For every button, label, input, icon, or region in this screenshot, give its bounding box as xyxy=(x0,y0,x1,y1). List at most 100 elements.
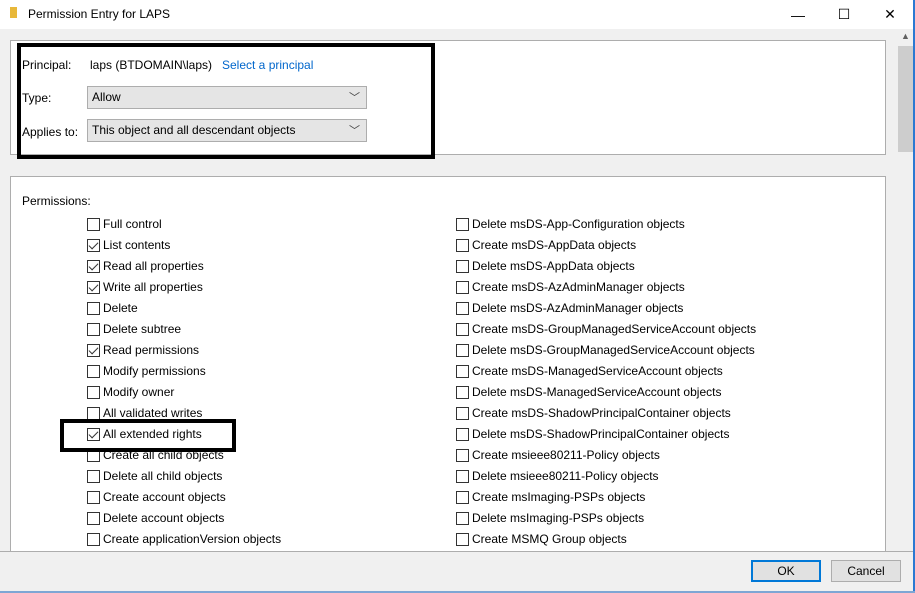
permission-row[interactable]: Create all child objects xyxy=(87,447,224,463)
type-select[interactable]: Allow ﹀ xyxy=(87,86,367,109)
permission-row[interactable]: Create msieee80211-Policy objects xyxy=(456,447,660,463)
permission-label: Delete account objects xyxy=(103,511,225,525)
permission-checkbox[interactable] xyxy=(87,532,100,546)
permission-row[interactable]: Write all properties xyxy=(87,279,203,295)
permission-checkbox[interactable] xyxy=(456,406,469,420)
permission-row[interactable]: Create msDS-AppData objects xyxy=(456,237,636,253)
permission-checkbox[interactable] xyxy=(456,385,469,399)
permission-row[interactable]: Full control xyxy=(87,216,162,232)
permission-label: Write all properties xyxy=(103,280,203,294)
permission-checkbox[interactable] xyxy=(456,490,469,504)
permission-label: Read all properties xyxy=(103,259,204,273)
permission-row[interactable]: Read all properties xyxy=(87,258,204,274)
permission-row[interactable]: Create msDS-AzAdminManager objects xyxy=(456,279,685,295)
ok-button[interactable]: OK xyxy=(751,560,821,582)
maximize-button[interactable]: ☐ xyxy=(821,0,867,29)
permission-checkbox[interactable] xyxy=(456,238,469,252)
permission-row[interactable]: Delete xyxy=(87,300,138,316)
permission-checkbox[interactable] xyxy=(87,469,100,483)
permission-label: Create applicationVersion objects xyxy=(103,532,282,546)
permission-checkbox[interactable] xyxy=(87,385,100,399)
permission-checkbox[interactable] xyxy=(87,364,100,378)
permission-checkbox[interactable] xyxy=(87,511,100,525)
permission-checkbox[interactable] xyxy=(456,301,469,315)
permission-checkbox[interactable] xyxy=(456,448,469,462)
permission-checkbox[interactable] xyxy=(87,322,100,336)
permission-label: Create MSMQ Group objects xyxy=(472,532,627,546)
permission-label: Full control xyxy=(103,217,162,231)
permission-checkbox[interactable] xyxy=(87,301,100,315)
permission-checkbox[interactable] xyxy=(456,427,469,441)
permission-row[interactable]: Delete msDS-GroupManagedServiceAccount o… xyxy=(456,342,755,358)
permission-label: Create msDS-GroupManagedServiceAccount o… xyxy=(472,322,757,336)
close-button[interactable]: ✕ xyxy=(867,0,913,29)
principal-value: laps (BTDOMAIN\laps) xyxy=(90,58,213,72)
permission-row[interactable]: Create msDS-ShadowPrincipalContainer obj… xyxy=(456,405,731,421)
permission-row[interactable]: Delete msImaging-PSPs objects xyxy=(456,510,644,526)
permission-checkbox[interactable] xyxy=(87,238,100,252)
applies-to-select[interactable]: This object and all descendant objects ﹀ xyxy=(87,119,367,142)
permission-row[interactable]: Create msDS-GroupManagedServiceAccount o… xyxy=(456,321,756,337)
permission-checkbox[interactable] xyxy=(456,280,469,294)
window-title: Permission Entry for LAPS xyxy=(28,7,171,21)
permission-checkbox[interactable] xyxy=(87,406,100,420)
permission-row[interactable]: Delete msDS-AppData objects xyxy=(456,258,635,274)
permission-row[interactable]: Delete msDS-AzAdminManager objects xyxy=(456,300,683,316)
scroll-up-icon[interactable]: ▲ xyxy=(898,31,913,41)
permission-label: All extended rights xyxy=(103,427,202,441)
permission-checkbox[interactable] xyxy=(456,511,469,525)
permission-label: Delete msDS-ShadowPrincipalContainer obj… xyxy=(472,427,730,441)
minimize-button[interactable]: — xyxy=(775,0,821,29)
permission-checkbox[interactable] xyxy=(456,259,469,273)
permission-label: Create all child objects xyxy=(103,448,224,462)
permission-row[interactable]: Create account objects xyxy=(87,489,226,505)
title-bar: Permission Entry for LAPS — ☐ ✕ xyxy=(0,0,915,29)
permission-checkbox[interactable] xyxy=(87,448,100,462)
permission-row[interactable]: Delete subtree xyxy=(87,321,181,337)
permission-row[interactable]: Modify owner xyxy=(87,384,174,400)
folder-icon xyxy=(10,7,17,18)
permission-row[interactable]: Delete all child objects xyxy=(87,468,222,484)
permission-row[interactable]: List contents xyxy=(87,237,170,253)
permission-row[interactable]: Delete account objects xyxy=(87,510,224,526)
permission-row[interactable]: All validated writes xyxy=(87,405,202,421)
permission-checkbox[interactable] xyxy=(87,427,100,441)
cancel-button[interactable]: Cancel xyxy=(831,560,901,582)
permission-label: Delete subtree xyxy=(103,322,182,336)
permission-label: All validated writes xyxy=(103,406,203,420)
permission-row[interactable]: Delete msDS-ShadowPrincipalContainer obj… xyxy=(456,426,729,442)
permission-checkbox[interactable] xyxy=(456,532,469,546)
permission-checkbox[interactable] xyxy=(87,343,100,357)
permission-row[interactable]: Create MSMQ Group objects xyxy=(456,531,627,547)
select-principal-link[interactable]: Select a principal xyxy=(222,58,313,72)
permission-label: Create msieee80211-Policy objects xyxy=(472,448,660,462)
permission-row[interactable]: Modify permissions xyxy=(87,363,206,379)
permission-checkbox[interactable] xyxy=(87,280,100,294)
permission-checkbox[interactable] xyxy=(87,217,100,231)
permission-checkbox[interactable] xyxy=(456,364,469,378)
permission-checkbox[interactable] xyxy=(456,322,469,336)
permission-row[interactable]: Delete msDS-ManagedServiceAccount object… xyxy=(456,384,721,400)
permission-row[interactable]: Create msDS-ManagedServiceAccount object… xyxy=(456,363,723,379)
permission-label: Create msDS-AppData objects xyxy=(472,238,637,252)
permission-label: Create msDS-AzAdminManager objects xyxy=(472,280,685,294)
permission-row[interactable]: All extended rights xyxy=(87,426,202,442)
permission-label: Delete xyxy=(103,301,138,315)
permission-checkbox[interactable] xyxy=(87,490,100,504)
permission-row[interactable]: Delete msieee80211-Policy objects xyxy=(456,468,659,484)
scrollbar[interactable]: ▲ xyxy=(898,29,913,551)
permission-checkbox[interactable] xyxy=(456,217,469,231)
permission-label: Delete msImaging-PSPs objects xyxy=(472,511,645,525)
permission-label: Delete msDS-ManagedServiceAccount object… xyxy=(472,385,722,399)
permission-label: Read permissions xyxy=(103,343,200,357)
permission-checkbox[interactable] xyxy=(87,259,100,273)
permission-checkbox[interactable] xyxy=(456,343,469,357)
permission-label: Delete msieee80211-Policy objects xyxy=(472,469,659,483)
permission-row[interactable]: Create applicationVersion objects xyxy=(87,531,281,547)
permission-checkbox[interactable] xyxy=(456,469,469,483)
chevron-down-icon: ﹀ xyxy=(349,125,360,137)
permission-row[interactable]: Read permissions xyxy=(87,342,199,358)
scrollbar-thumb[interactable] xyxy=(898,46,913,152)
permission-row[interactable]: Delete msDS-App-Configuration objects xyxy=(456,216,685,232)
permission-row[interactable]: Create msImaging-PSPs objects xyxy=(456,489,645,505)
